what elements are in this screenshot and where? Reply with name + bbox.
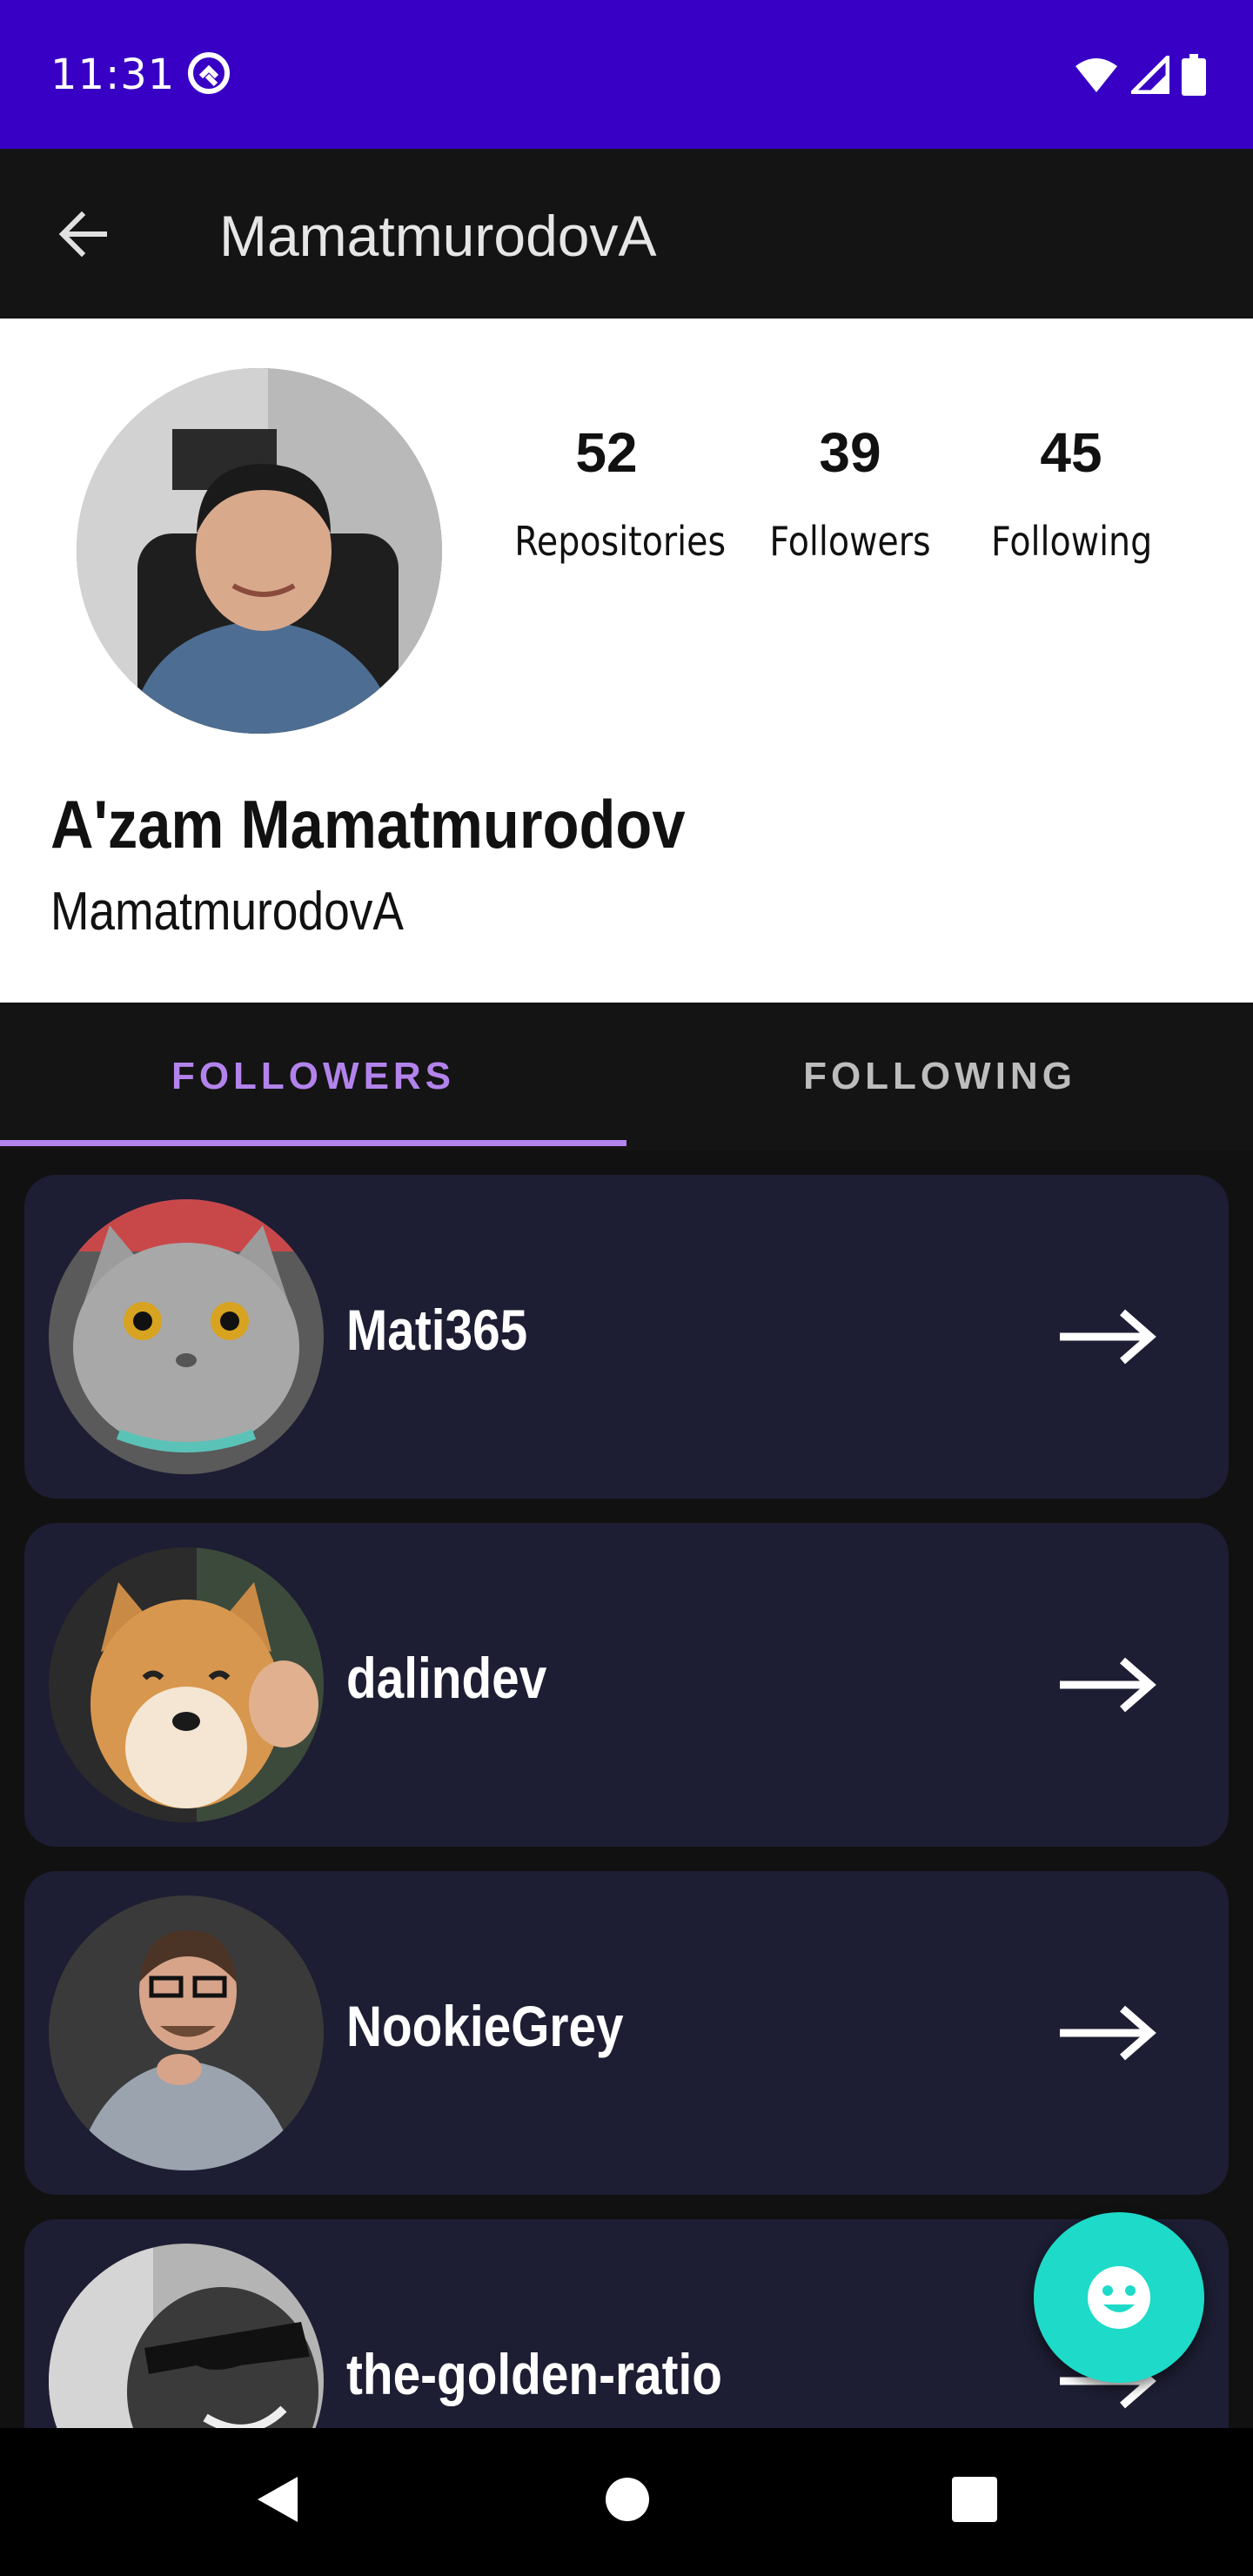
- system-nav-bar: [0, 2428, 1253, 2576]
- tab-following[interactable]: FOLLOWING: [626, 1003, 1253, 1150]
- follower-login: Mati365: [346, 1298, 528, 1362]
- arrow-forward-icon[interactable]: [1060, 1305, 1161, 1368]
- list-item[interactable]: NookieGrey: [24, 1871, 1229, 2195]
- app-notification-icon: [188, 52, 230, 94]
- follower-login: NookieGrey: [346, 1994, 624, 2058]
- sunglasses-avatar-image: [49, 2244, 324, 2428]
- stat-label: Followers: [769, 518, 931, 565]
- user-login: MamatmurodovA: [50, 882, 404, 942]
- app-bar: MamatmurodovA: [0, 149, 1253, 319]
- dog-avatar-image: [49, 1547, 324, 1822]
- follower-login: the-golden-ratio: [346, 2342, 722, 2406]
- fab-button[interactable]: [1034, 2212, 1204, 2383]
- back-triangle-icon[interactable]: [252, 2473, 301, 2526]
- stat-label: Repositories: [514, 518, 727, 565]
- arrow-forward-icon[interactable]: [1060, 2002, 1161, 2064]
- follower-avatar: [49, 2244, 324, 2428]
- status-time: 11:31: [50, 50, 176, 99]
- list-item[interactable]: Mati365: [24, 1175, 1229, 1499]
- man-avatar-image: [49, 1895, 324, 2170]
- list-item[interactable]: dalindev: [24, 1523, 1229, 1847]
- user-avatar: [77, 368, 442, 734]
- user-avatar-photo: [77, 368, 442, 734]
- recents-square-icon[interactable]: [950, 2473, 999, 2526]
- cat-avatar-image: [49, 1199, 324, 1474]
- tab-bar: FOLLOWERS FOLLOWING: [0, 1003, 1253, 1150]
- follower-login: dalindev: [346, 1646, 547, 1710]
- follower-avatar: [49, 1895, 324, 2170]
- tab-followers[interactable]: FOLLOWERS: [0, 1003, 626, 1150]
- page-title: MamatmurodovA: [219, 204, 657, 268]
- status-bar: 11:31: [0, 0, 1253, 149]
- arrow-back-icon[interactable]: [52, 201, 118, 267]
- follower-avatar: [49, 1547, 324, 1822]
- stat-value: 39: [819, 421, 881, 484]
- wifi-icon: [1075, 58, 1117, 92]
- stat-value: 52: [575, 421, 638, 484]
- status-indicators: [1074, 54, 1206, 96]
- smiley-face-icon: [1088, 2266, 1150, 2329]
- stat-label: Following: [990, 518, 1153, 565]
- stat-value: 45: [1040, 421, 1102, 484]
- stat-following[interactable]: 45 Following: [978, 420, 1164, 565]
- stat-repositories[interactable]: 52 Repositories: [499, 420, 727, 565]
- battery-icon: [1182, 54, 1206, 96]
- follower-avatar: [49, 1199, 324, 1474]
- stat-followers[interactable]: 39 Followers: [754, 420, 947, 565]
- cell-signal-icon: [1131, 56, 1169, 94]
- user-full-name: A'zam Mamatmurodov: [50, 786, 686, 862]
- tab-indicator: [0, 1140, 626, 1146]
- home-circle-icon[interactable]: [604, 2473, 651, 2526]
- profile-header: 52 Repositories 39 Followers 45 Followin…: [0, 319, 1253, 1003]
- arrow-forward-icon[interactable]: [1060, 1654, 1161, 1716]
